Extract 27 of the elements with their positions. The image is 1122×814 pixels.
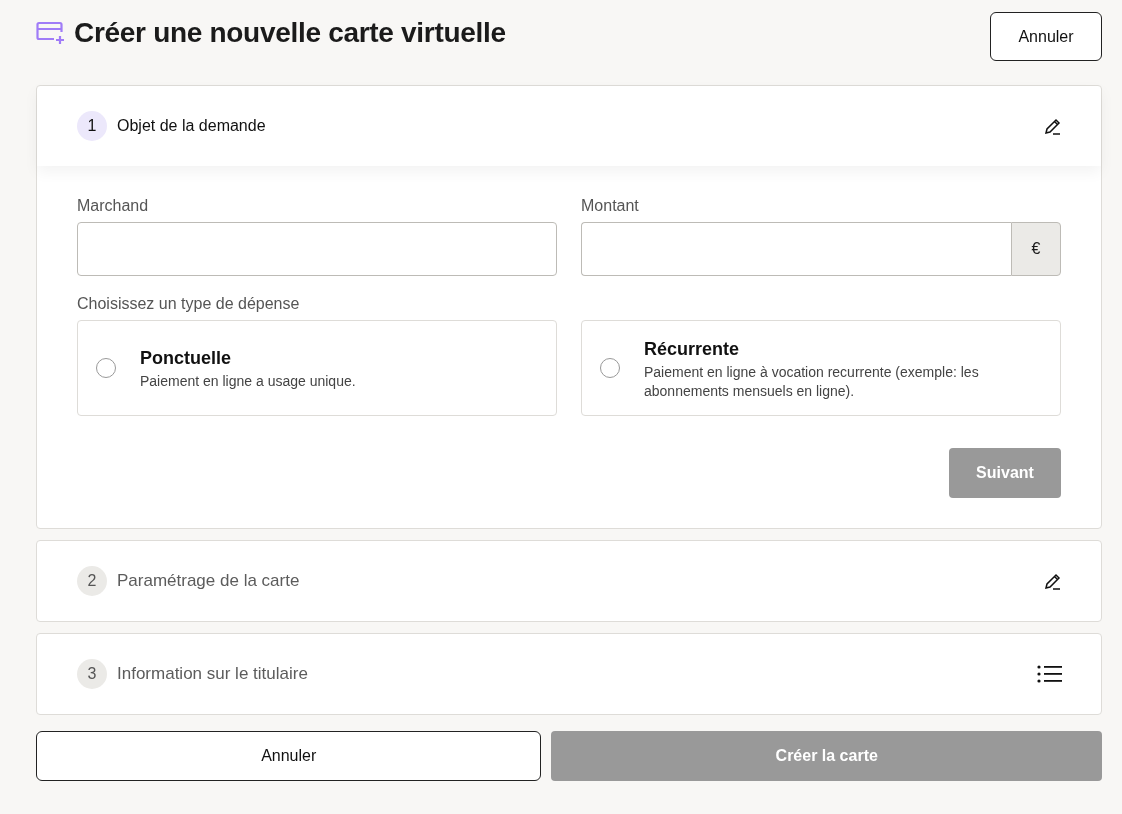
step-number: 1 <box>77 111 107 141</box>
cancel-button[interactable]: Annuler <box>990 12 1102 61</box>
list-icon[interactable] <box>1037 664 1063 684</box>
pencil-icon[interactable] <box>1043 116 1063 136</box>
currency-suffix: € <box>1011 222 1061 276</box>
input-field[interactable] <box>581 222 1011 276</box>
radio-button[interactable] <box>96 358 116 378</box>
field-label: Marchand <box>77 196 150 216</box>
card-plus-icon <box>36 20 66 45</box>
page-title: Créer une nouvelle carte virtuelle <box>74 16 506 50</box>
pencil-icon[interactable] <box>1043 571 1063 591</box>
radio-button[interactable] <box>600 358 620 378</box>
cancel-button[interactable]: Annuler <box>36 731 542 781</box>
field-label: Montant <box>581 196 640 216</box>
step-title: Information sur le titulaire <box>117 663 309 686</box>
expense-option[interactable]: Récurrente Paiement en ligne à vocation recurrente (exemple: les abonnements mensuels en ligne). <box>581 320 1061 416</box>
option-title: Ponctuelle <box>140 347 233 371</box>
expense-type-label: Choisissez un type de dépense <box>77 294 301 314</box>
option-description: Paiement en ligne a usage unique. <box>140 372 356 391</box>
step-number: 2 <box>77 566 107 596</box>
option-description: Paiement en ligne à vocation recurrente (exemple: les abonnements mensuels en ligne). <box>644 363 980 400</box>
input-field[interactable] <box>77 222 557 276</box>
step-title: Objet de la demande <box>117 116 267 136</box>
step-title: Paramétrage de la carte <box>117 570 301 593</box>
step-number: 3 <box>77 659 107 689</box>
option-title: Récurrente <box>644 338 741 362</box>
expense-option[interactable]: Ponctuelle Paiement en ligne a usage unique. <box>77 320 557 416</box>
